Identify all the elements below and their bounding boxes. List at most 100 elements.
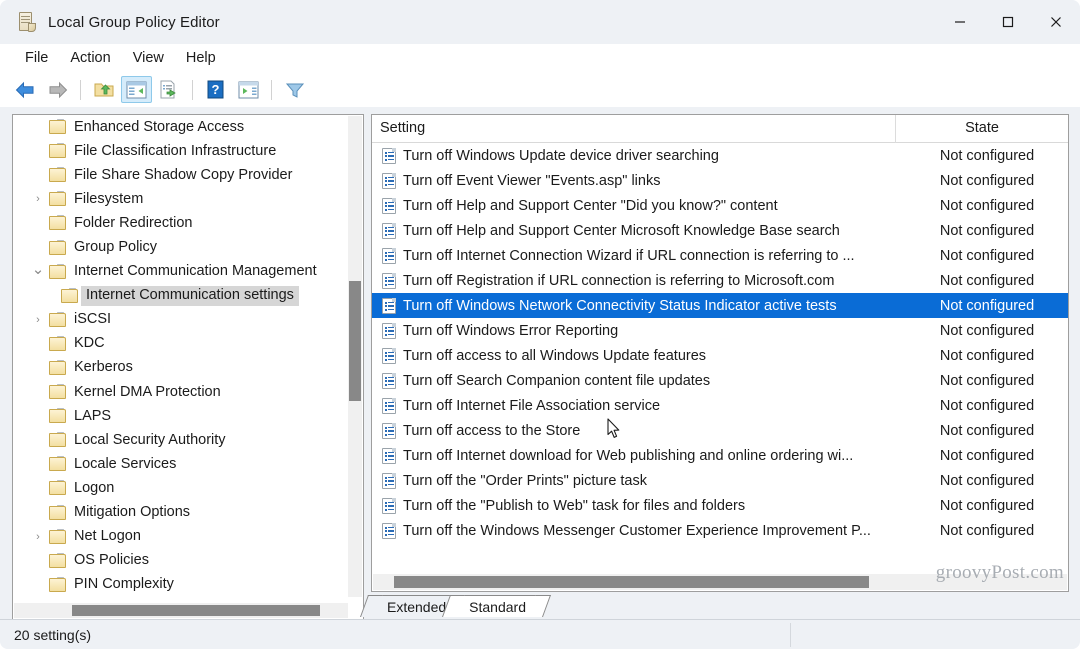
policy-setting-icon <box>382 397 396 414</box>
tree-item[interactable]: Kerberos <box>13 356 349 380</box>
folder-icon <box>49 167 66 183</box>
tree-item[interactable]: Mitigation Options <box>13 501 349 525</box>
tree-item-label: Mitigation Options <box>74 504 191 521</box>
toolbar: ? <box>0 72 1080 107</box>
tree-item-label: LAPS <box>74 407 112 424</box>
tree-item[interactable]: ⌄ Internet Communication Management <box>13 260 349 284</box>
table-row[interactable]: Turn off Windows Update device driver se… <box>372 143 1068 168</box>
up-folder-icon[interactable] <box>88 76 119 103</box>
menu-item-file[interactable]: File <box>14 48 59 68</box>
tree-item[interactable]: Kernel DMA Protection <box>13 380 349 404</box>
tree-vertical-scrollbar-thumb[interactable] <box>349 281 361 401</box>
back-icon[interactable] <box>9 76 40 103</box>
table-row[interactable]: Turn off Internet Connection Wizard if U… <box>372 243 1068 268</box>
show-hide-console-tree-icon[interactable] <box>121 76 152 103</box>
tab-standard[interactable]: Standard <box>453 595 540 617</box>
tree-item[interactable]: File Classification Infrastructure <box>13 139 349 163</box>
table-row[interactable]: Turn off the "Publish to Web" task for f… <box>372 493 1068 518</box>
title-bar: Local Group Policy Editor <box>0 0 1080 44</box>
settings-list-rows: Turn off Windows Update device driver se… <box>372 143 1068 543</box>
chevron-right-icon[interactable]: › <box>31 192 45 206</box>
setting-state-cell: Not configured <box>939 297 1035 314</box>
policy-setting-icon <box>382 522 396 539</box>
tree-item[interactable]: Logon <box>13 476 349 500</box>
filter-icon[interactable] <box>279 76 310 103</box>
tree-item[interactable]: Enhanced Storage Access <box>13 115 349 139</box>
setting-state-cell: Not configured <box>939 397 1035 414</box>
tree-item[interactable]: › iSCSI <box>13 308 349 332</box>
tree-item[interactable]: Locale Services <box>13 452 349 476</box>
local-group-policy-editor-window: Local Group Policy Editor File Action Vi… <box>0 0 1080 649</box>
table-row[interactable]: Turn off access to the Store Not configur… <box>372 418 1068 443</box>
maximize-button[interactable] <box>984 0 1032 44</box>
menu-item-action[interactable]: Action <box>59 48 121 68</box>
table-row[interactable]: Turn off Registration if URL connection … <box>372 268 1068 293</box>
tree-vertical-scrollbar[interactable] <box>348 116 362 597</box>
export-list-icon[interactable] <box>154 76 185 103</box>
tree-item[interactable]: PIN Complexity <box>13 573 349 597</box>
folder-icon <box>49 239 66 255</box>
setting-state-cell: Not configured <box>939 497 1035 514</box>
tree-item-label: Internet Communication settings <box>81 285 299 306</box>
tree-item[interactable]: › Filesystem <box>13 187 349 211</box>
tree-item-label: Filesystem <box>74 190 144 207</box>
minimize-button[interactable] <box>936 0 984 44</box>
column-header-state[interactable]: State <box>896 115 1068 143</box>
folder-icon <box>49 528 66 544</box>
folder-icon <box>49 480 66 496</box>
menu-item-help[interactable]: Help <box>175 48 227 68</box>
list-horizontal-scrollbar-thumb[interactable] <box>394 576 869 588</box>
tree-item[interactable]: Internet Communication settings <box>13 284 349 308</box>
setting-name-cell: Turn off Internet File Association servi… <box>403 397 661 414</box>
setting-name-cell: Turn off access to all Windows Update fe… <box>403 347 707 364</box>
help-icon[interactable]: ? <box>200 76 231 103</box>
chevron-down-icon[interactable]: ⌄ <box>31 261 45 278</box>
chevron-right-icon[interactable]: › <box>31 313 45 327</box>
setting-state-cell: Not configured <box>939 522 1035 539</box>
close-button[interactable] <box>1032 0 1080 44</box>
table-row[interactable]: Turn off Search Companion content file u… <box>372 368 1068 393</box>
table-row[interactable]: Turn off the Windows Messenger Customer … <box>372 518 1068 543</box>
table-row[interactable]: Turn off Internet File Association servi… <box>372 393 1068 418</box>
show-hide-action-pane-icon[interactable] <box>233 76 264 103</box>
tree-horizontal-scrollbar-thumb[interactable] <box>72 605 320 616</box>
console-tree-list[interactable]: Enhanced Storage Access File Classificati… <box>13 115 349 598</box>
column-header-setting[interactable]: Setting <box>372 115 896 143</box>
table-row[interactable]: Turn off Windows Network Connectivity St… <box>372 293 1068 318</box>
table-row[interactable]: Turn off the "Order Prints" picture task… <box>372 468 1068 493</box>
policy-setting-icon <box>382 297 396 314</box>
window-title: Local Group Policy Editor <box>48 13 220 31</box>
setting-name-cell: Turn off the "Order Prints" picture task <box>403 472 648 489</box>
table-row[interactable]: Turn off Help and Support Center "Did yo… <box>372 193 1068 218</box>
tree-item[interactable]: › Net Logon <box>13 525 349 549</box>
tree-item[interactable]: File Share Shadow Copy Provider <box>13 163 349 187</box>
chevron-right-icon[interactable]: › <box>31 530 45 544</box>
menu-item-view[interactable]: View <box>122 48 175 68</box>
policy-setting-icon <box>382 147 396 164</box>
tree-item[interactable]: OS Policies <box>13 549 349 573</box>
setting-state-cell: Not configured <box>939 222 1035 239</box>
forward-icon[interactable] <box>42 76 73 103</box>
setting-name-cell: Turn off Event Viewer "Events.asp" links <box>403 172 661 189</box>
tree-item-label: Folder Redirection <box>74 214 193 231</box>
policy-setting-icon <box>382 422 396 439</box>
tree-item-label: KDC <box>74 335 105 352</box>
tree-item[interactable]: LAPS <box>13 404 349 428</box>
watermark: groovyPost.com <box>935 562 1064 583</box>
folder-icon <box>61 287 78 303</box>
tree-item[interactable]: Folder Redirection <box>13 211 349 235</box>
tree-item[interactable]: Local Security Authority <box>13 428 349 452</box>
tree-item-label: OS Policies <box>74 552 149 569</box>
tab-label: Extended <box>387 598 447 615</box>
console-tree-pane: Enhanced Storage Access File Classificati… <box>12 114 364 620</box>
table-row[interactable]: Turn off Help and Support Center Microso… <box>372 218 1068 243</box>
tree-item[interactable]: Group Policy <box>13 235 349 259</box>
table-row[interactable]: Turn off Event Viewer "Events.asp" links… <box>372 168 1068 193</box>
setting-name-cell: Turn off Search Companion content file u… <box>403 372 711 389</box>
status-bar: 20 setting(s) <box>0 619 1080 649</box>
table-row[interactable]: Turn off Internet download for Web publi… <box>372 443 1068 468</box>
tree-horizontal-scrollbar[interactable] <box>14 603 348 618</box>
table-row[interactable]: Turn off Windows Error Reporting Not conf… <box>372 318 1068 343</box>
table-row[interactable]: Turn off access to all Windows Update fe… <box>372 343 1068 368</box>
tree-item[interactable]: KDC <box>13 332 349 356</box>
